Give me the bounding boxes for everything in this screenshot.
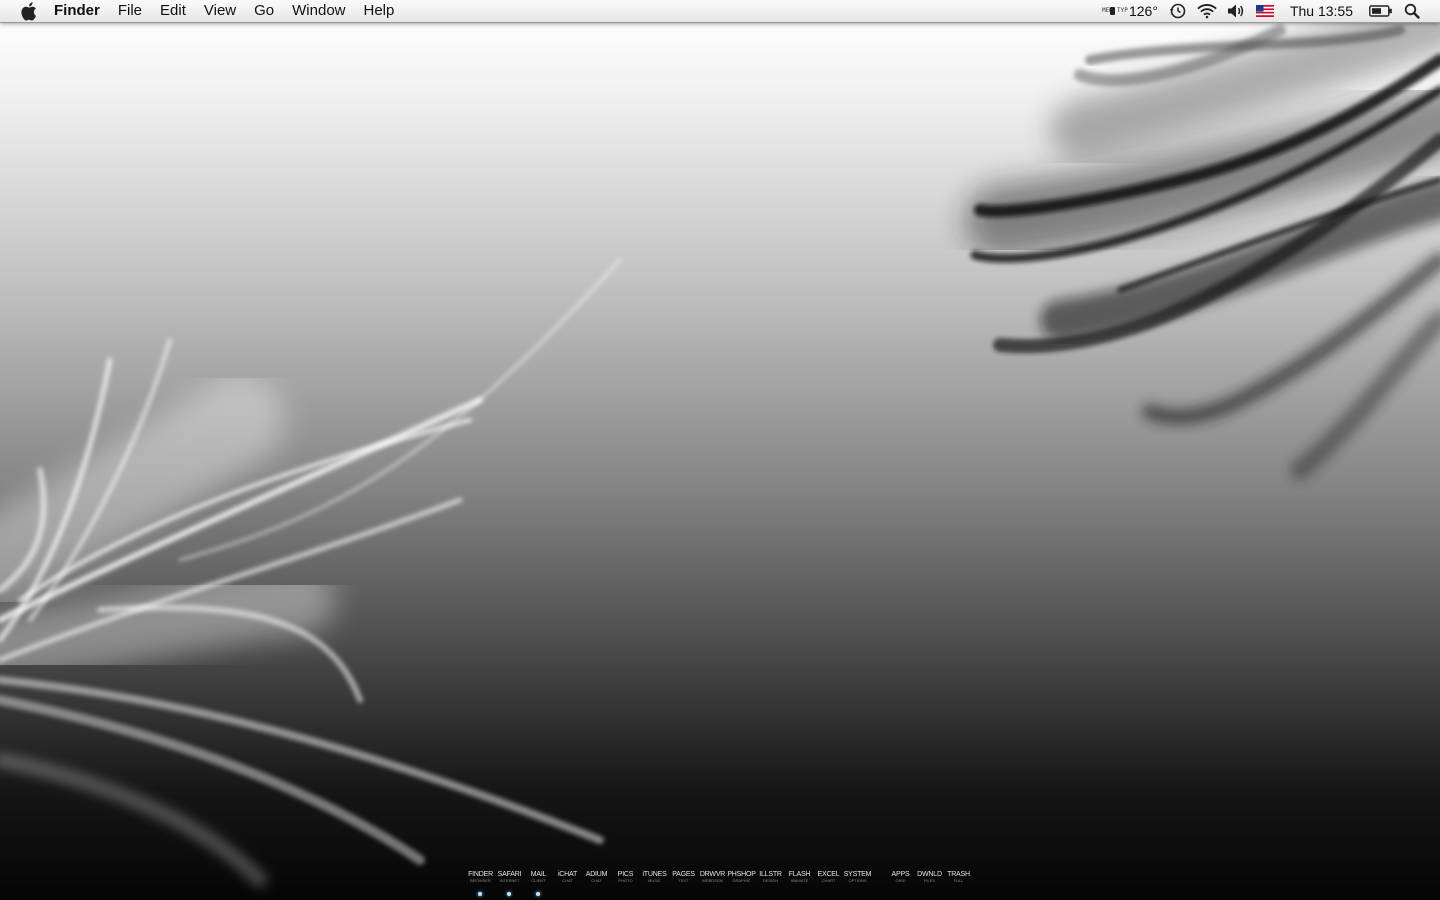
dock: FINDER BROWSER SAFARI INTERNET MAIL CLIENT iCH… [466,868,973,900]
dock-item-label: SYSTEM [843,871,872,878]
dock-item-label: TRASH [947,871,970,878]
volume-icon[interactable] [1226,0,1246,22]
memory-label-typ: TYP [1116,7,1128,14]
dock-item-sublabel: GRAPHIC [732,878,751,883]
dock-item-excel[interactable]: EXCEL CHART [814,868,843,900]
apple-menu-icon[interactable] [17,0,39,22]
menu-bar: Finder File Edit View Go Window Help MEM… [0,0,1440,23]
dock-item-sublabel: CHAT [562,878,573,883]
dock-item-drwvr[interactable]: DRWVR WEBDSGN [698,868,727,900]
dock-item-label: PHSHOP [727,871,756,878]
menu-clock[interactable]: Thu 13:55 [1290,3,1353,19]
running-indicator-icon [478,892,482,896]
dock-item-label: SAFARI [497,871,522,878]
menu-file[interactable]: File [109,0,151,22]
dock-item-adium[interactable]: ADIUM CHAT [582,868,611,900]
dark-smoke-artwork [965,0,1440,480]
menu-help[interactable]: Help [355,0,404,22]
menu-app-finder[interactable]: Finder [53,0,109,22]
dock-item-sublabel: CHART [821,878,836,883]
dock-item-dwnld[interactable]: DWNLD FILES [915,868,944,900]
dock-item-sublabel: CLIENT [531,878,546,883]
dock-item-label: APPS [891,871,910,878]
dock-item-label: ILLSTR [759,871,782,878]
dock-item-sublabel: FULL [953,878,964,883]
dock-item-sublabel: DESIGN [762,878,779,883]
dock-item-label: iTUNES [642,871,667,878]
dock-item-label: DWNLD [917,871,942,878]
dock-item-label: FLASH [788,871,811,878]
dock-item-label: MAIL [530,871,547,878]
dock-item-label: iCHAT [557,871,578,878]
dock-item-sublabel: PHOTO [618,878,633,883]
temperature-readout[interactable]: 126° [1129,3,1158,19]
menu-view[interactable]: View [195,0,245,22]
running-indicator-icon [507,892,511,896]
desktop-wallpaper [0,0,1440,887]
dock-item-illstr[interactable]: ILLSTR DESIGN [756,868,785,900]
dock-item-mail[interactable]: MAIL CLIENT [524,868,553,900]
dock-item-flash[interactable]: FLASH ANIMATE [785,868,814,900]
dock-item-label: FINDER [468,871,493,878]
dock-item-itunes[interactable]: iTUNES MUSIC [640,868,669,900]
dock-item-label: EXCEL [817,871,840,878]
dock-item-ichat[interactable]: iCHAT CHAT [553,868,582,900]
spotlight-icon[interactable] [1402,0,1422,22]
dock-item-system[interactable]: SYSTEM OPTIONS [843,868,872,900]
dock-item-label: PAGES [672,871,695,878]
dock-item-phshop[interactable]: PHSHOP GRAPHIC [727,868,756,900]
menu-edit[interactable]: Edit [151,0,195,22]
dock-item-pages[interactable]: PAGES TEXT [669,868,698,900]
dock-item-sublabel: MUSIC [648,878,661,883]
memory-label-mem: MEM [1101,7,1113,14]
battery-icon[interactable] [1369,0,1393,22]
us-flag-icon[interactable] [1255,0,1275,22]
dock-item-sublabel: TEXT [678,878,689,883]
white-feather-artwork [0,258,622,887]
dock-item-sublabel: BROWSER [470,878,491,883]
memory-bar-icon [1109,7,1115,15]
dock-item-apps[interactable]: APPS GRID [886,868,915,900]
menu-go[interactable]: Go [245,0,283,22]
dock-item-safari[interactable]: SAFARI INTERNET [495,868,524,900]
dock-item-trash[interactable]: TRASH FULL [944,868,973,900]
dock-item-sublabel: GRID [895,878,906,883]
dock-item-sublabel: INTERNET [499,878,520,883]
time-machine-icon[interactable] [1168,0,1188,22]
running-indicator-icon [536,892,540,896]
dock-item-pics[interactable]: PICS PHOTO [611,868,640,900]
dock-item-sublabel: ANIMATE [790,878,809,883]
dock-item-sublabel: WEBDSGN [702,878,723,883]
memory-monitor[interactable]: MEM TYP [1101,7,1128,15]
wifi-icon[interactable] [1197,0,1217,22]
menu-window[interactable]: Window [283,0,354,22]
dock-item-label: ADIUM [585,871,608,878]
dock-item-sublabel: CHAT [591,878,602,883]
dock-item-label: DRWVR [699,871,726,878]
dock-item-sublabel: FILES [923,878,936,883]
dock-item-sublabel: OPTIONS [848,878,867,883]
dock-item-finder[interactable]: FINDER BROWSER [466,868,495,900]
dock-item-label: PICS [617,871,634,878]
